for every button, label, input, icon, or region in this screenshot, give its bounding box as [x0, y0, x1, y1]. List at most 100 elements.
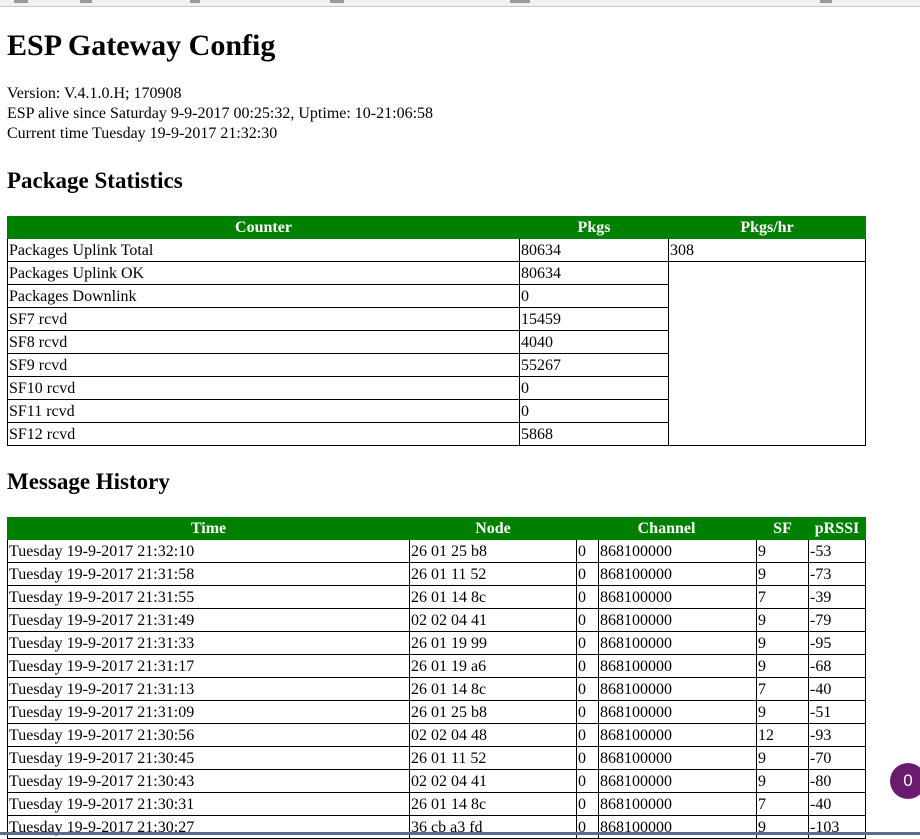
node-cell: 26 01 25 b8: [409, 539, 577, 563]
counter-cell: SF11 rcvd: [7, 399, 520, 423]
time-cell: Tuesday 19-9-2017 21:30:31: [7, 792, 410, 816]
pkgs-cell: 4040: [519, 330, 669, 354]
node-cell: 26 01 19 a6: [409, 654, 577, 678]
prssi-cell: -103: [808, 815, 867, 839]
frequency-cell: 868100000: [597, 723, 758, 747]
history-row: Tuesday 19-9-2017 21:30:27 36 cb a3 fd 0 86…: [7, 815, 867, 839]
frequency-cell: 868100000: [597, 539, 758, 563]
prssi-cell: -93: [808, 723, 867, 747]
counter-cell: Packages Uplink Total: [7, 238, 520, 262]
prssi-cell: -70: [808, 746, 867, 770]
time-cell: Tuesday 19-9-2017 21:31:55: [7, 585, 410, 609]
time-cell: Tuesday 19-9-2017 21:31:09: [7, 700, 410, 724]
frequency-cell: 868100000: [597, 700, 758, 724]
col-time: Time: [7, 517, 410, 540]
gateway-info: Version: V.4.1.0.H; 170908 ESP alive sin…: [7, 84, 907, 144]
time-cell: Tuesday 19-9-2017 21:30:56: [7, 723, 410, 747]
sf-cell: 9: [756, 769, 810, 793]
node-cell: 26 01 25 b8: [409, 700, 577, 724]
sf-cell: 7: [756, 792, 810, 816]
sf-cell: 12: [756, 723, 810, 747]
history-row: Tuesday 19-9-2017 21:30:43 02 02 04 41 0 86…: [7, 769, 867, 793]
frequency-cell: 868100000: [597, 585, 758, 609]
sf-cell: 7: [756, 585, 810, 609]
node-cell: 26 01 14 8c: [409, 792, 577, 816]
time-cell: Tuesday 19-9-2017 21:31:33: [7, 631, 410, 655]
page-title: ESP Gateway Config: [7, 29, 276, 62]
history-row: Tuesday 19-9-2017 21:31:58 26 01 11 52 0 86…: [7, 562, 867, 586]
prssi-cell: -40: [808, 677, 867, 701]
node-cell: 02 02 04 41: [409, 769, 577, 793]
channel-index-cell: 0: [576, 654, 599, 678]
col-channel: Channel: [575, 517, 758, 540]
channel-index-cell: 0: [576, 677, 599, 701]
sf-cell: 9: [756, 654, 810, 678]
history-row: Tuesday 19-9-2017 21:32:10 26 01 25 b8 0 86…: [7, 539, 867, 563]
time-cell: Tuesday 19-9-2017 21:31:17: [7, 654, 410, 678]
node-cell: 02 02 04 41: [409, 608, 577, 632]
alive-text: ESP alive since Saturday 9-9-2017 00:25:…: [7, 105, 434, 122]
time-cell: Tuesday 19-9-2017 21:30:43: [7, 769, 410, 793]
channel-index-cell: 0: [576, 769, 599, 793]
history-row: Tuesday 19-9-2017 21:31:13 26 01 14 8c 0 86…: [7, 677, 867, 701]
counter-cell: Packages Downlink: [7, 284, 520, 308]
page-content: ESP Gateway Config Version: V.4.1.0.H; 1…: [7, 26, 907, 839]
history-row: Tuesday 19-9-2017 21:31:55 26 01 14 8c 0 86…: [7, 585, 867, 609]
channel-index-cell: 0: [576, 723, 599, 747]
pkgs-per-hr-empty: [668, 261, 866, 446]
chat-badge-button[interactable]: 0: [890, 763, 920, 799]
col-prssi: pRSSI: [808, 517, 867, 540]
channel-index-cell: 0: [576, 631, 599, 655]
sf-cell: 9: [756, 608, 810, 632]
pkgs-cell: 5868: [519, 422, 669, 446]
history-row: Tuesday 19-9-2017 21:30:31 26 01 14 8c 0 86…: [7, 792, 867, 816]
node-cell: 26 01 14 8c: [409, 677, 577, 701]
sf-cell: 9: [756, 562, 810, 586]
pkgs-cell: 80634: [519, 238, 669, 262]
time-cell: Tuesday 19-9-2017 21:30:45: [7, 746, 410, 770]
col-pkgs: Pkgs: [519, 216, 669, 239]
prssi-cell: -73: [808, 562, 867, 586]
sf-cell: 9: [756, 631, 810, 655]
prssi-cell: -80: [808, 769, 867, 793]
pkgs-cell: 0: [519, 284, 669, 308]
history-row: Tuesday 19-9-2017 21:30:45 26 01 11 52 0 86…: [7, 746, 867, 770]
frequency-cell: 868100000: [597, 769, 758, 793]
prssi-cell: -51: [808, 700, 867, 724]
history-row: Tuesday 19-9-2017 21:31:33 26 01 19 99 0 86…: [7, 631, 867, 655]
counter-cell: SF10 rcvd: [7, 376, 520, 400]
counter-cell: Packages Uplink OK: [7, 261, 520, 285]
counter-cell: SF9 rcvd: [7, 353, 520, 377]
node-cell: 36 cb a3 fd: [409, 815, 577, 839]
chat-badge-count: 0: [903, 771, 913, 790]
prssi-cell: -40: [808, 792, 867, 816]
col-counter: Counter: [7, 216, 520, 239]
col-sf: SF: [756, 517, 810, 540]
channel-index-cell: 0: [576, 746, 599, 770]
browser-top-strip: [0, 0, 920, 7]
sf-cell: 9: [756, 815, 810, 839]
pkgs-cell: 15459: [519, 307, 669, 331]
channel-index-cell: 0: [576, 815, 599, 839]
prssi-cell: -95: [808, 631, 867, 655]
pkgs-cell: 0: [519, 399, 669, 423]
channel-index-cell: 0: [576, 608, 599, 632]
prssi-cell: -39: [808, 585, 867, 609]
prssi-cell: -53: [808, 539, 867, 563]
frequency-cell: 868100000: [597, 815, 758, 839]
stats-header-row: Counter Pkgs Pkgs/hr: [7, 216, 866, 239]
col-node: Node: [409, 517, 577, 540]
sf-cell: 9: [756, 539, 810, 563]
pkgs-cell: 80634: [519, 261, 669, 285]
history-row: Tuesday 19-9-2017 21:30:56 02 02 04 48 0 86…: [7, 723, 867, 747]
sf-cell: 9: [756, 746, 810, 770]
counter-cell: SF8 rcvd: [7, 330, 520, 354]
counter-cell: SF7 rcvd: [7, 307, 520, 331]
history-row: Tuesday 19-9-2017 21:31:09 26 01 25 b8 0 86…: [7, 700, 867, 724]
node-cell: 26 01 11 52: [409, 746, 577, 770]
node-cell: 26 01 19 99: [409, 631, 577, 655]
frequency-cell: 868100000: [597, 608, 758, 632]
stats-row: Packages Uplink Total 80634 308: [7, 238, 866, 262]
stats-table: Counter Pkgs Pkgs/hr Packages Uplink Tot…: [7, 216, 866, 446]
channel-index-cell: 0: [576, 700, 599, 724]
